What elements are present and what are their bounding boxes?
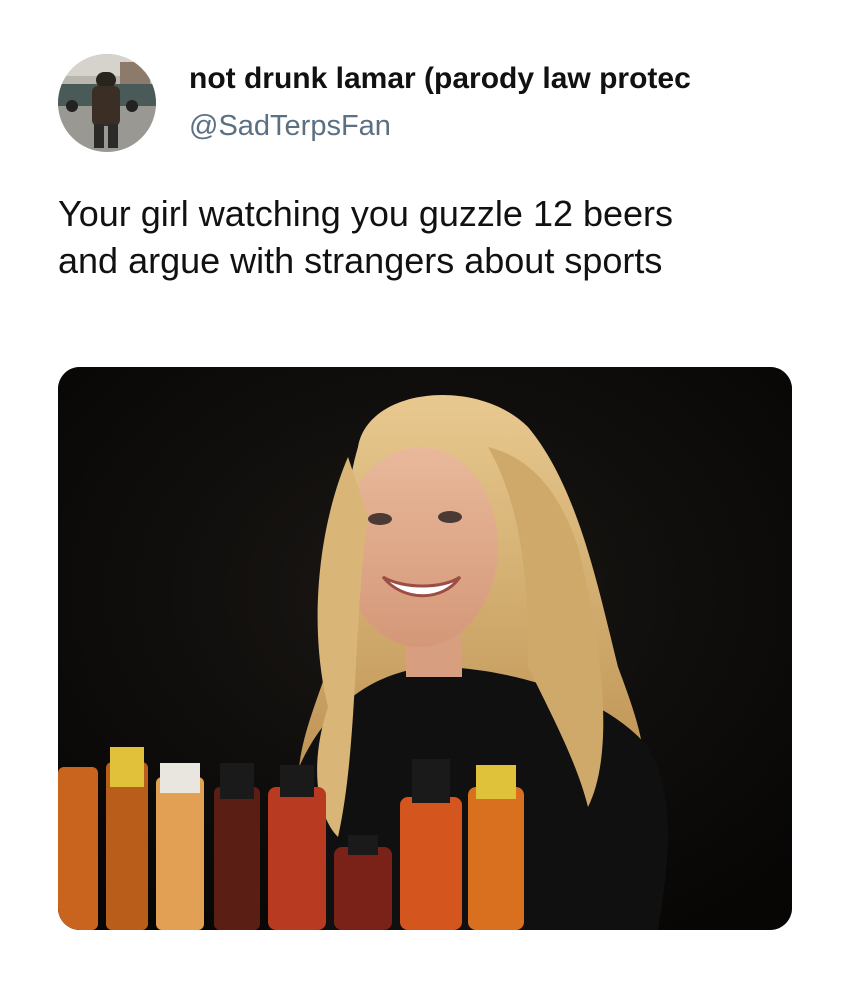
display-name[interactable]: not drunk lamar (parody law protec — [189, 62, 829, 96]
photo-woman-with-hot-sauce-bottles — [58, 367, 792, 930]
tweet-photo[interactable] — [58, 367, 792, 930]
avatar[interactable] — [58, 54, 156, 152]
tweet-card: not drunk lamar (parody law protec @SadT… — [0, 0, 850, 987]
avatar-image — [58, 54, 156, 152]
tweet-text: Your girl watching you guzzle 12 beers a… — [58, 190, 818, 284]
user-handle[interactable]: @SadTerpsFan — [189, 110, 391, 143]
tweet-text-line: and argue with strangers about sports — [58, 240, 663, 281]
tweet-text-line: Your girl watching you guzzle 12 beers — [58, 193, 674, 234]
